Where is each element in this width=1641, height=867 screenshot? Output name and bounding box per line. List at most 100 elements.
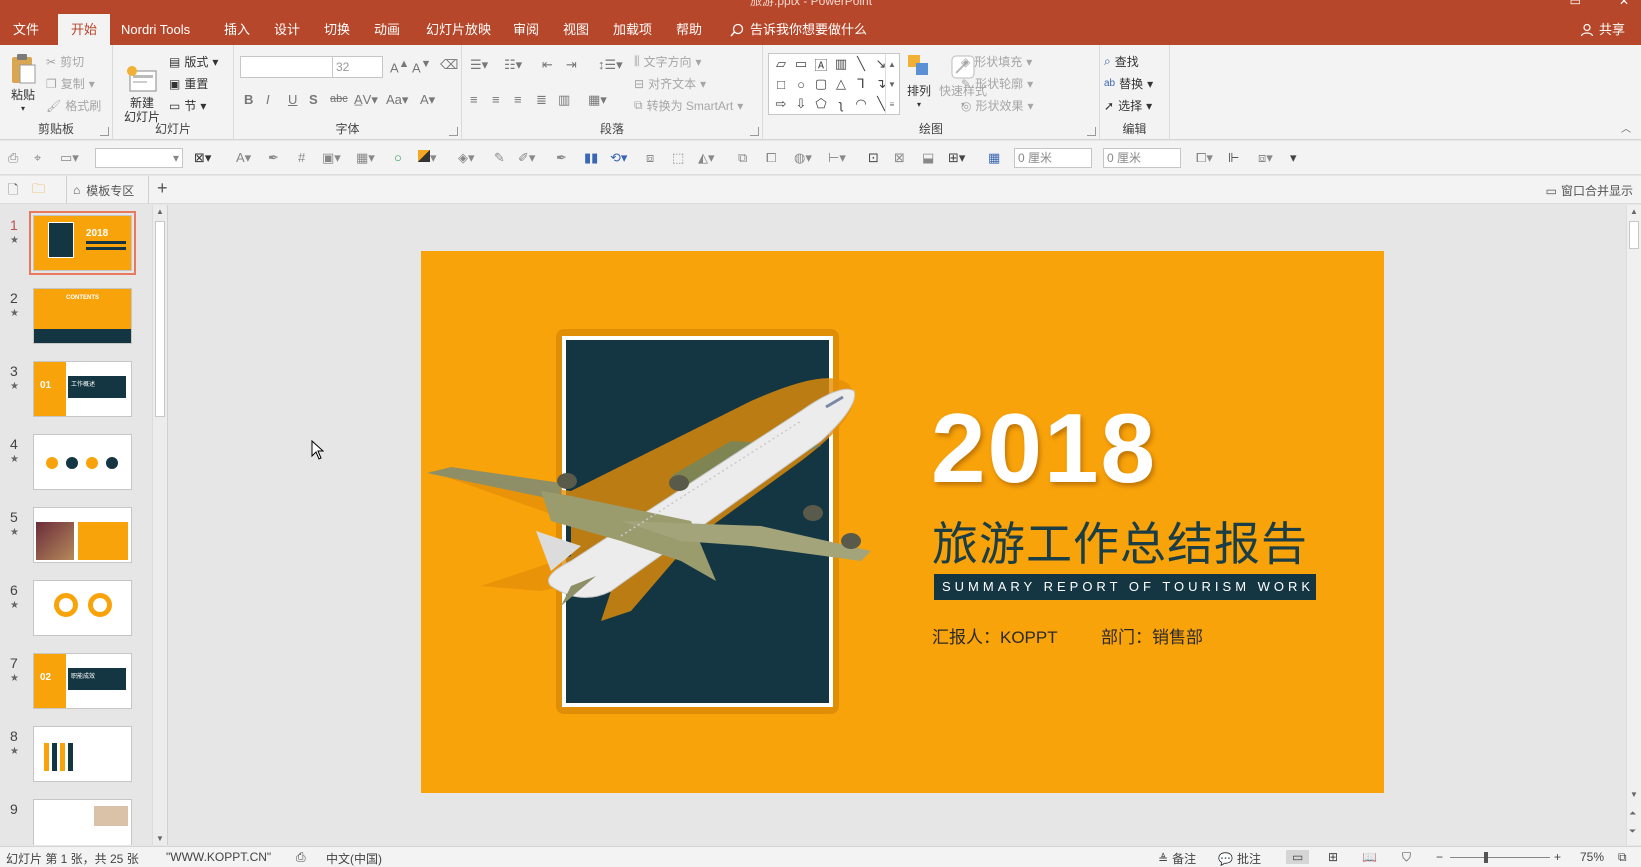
thumbnail-scrollbar[interactable]: ▲ ▼: [152, 205, 167, 845]
change-case-icon[interactable]: Aa▾: [386, 92, 408, 108]
scrollbar-thumb[interactable]: [155, 221, 165, 417]
align-objects-icon[interactable]: ⌖: [34, 150, 41, 166]
dialog-launcher-icon[interactable]: .: [1087, 127, 1096, 136]
slide-thumbnail-2[interactable]: CONTENTS: [33, 288, 132, 344]
pen-icon[interactable]: ✎: [494, 150, 505, 166]
close-icon[interactable]: ✕: [1619, 0, 1629, 8]
text-direction-button[interactable]: ⫼ 文字方向 ▾: [634, 53, 702, 70]
tab-view[interactable]: 视图: [550, 14, 602, 45]
slide-thumbnail-8[interactable]: [33, 726, 132, 782]
find-button[interactable]: ⌕ 查找: [1104, 53, 1139, 70]
distribute-objects-icon[interactable]: ⊩: [1228, 150, 1239, 166]
tab-file[interactable]: 文件: [0, 14, 52, 45]
strikethrough-icon[interactable]: abc: [330, 93, 348, 105]
arc-shape-icon[interactable]: ◠: [851, 94, 871, 114]
char-spacing-icon[interactable]: A̲V▾: [354, 92, 378, 108]
slideshow-view-icon[interactable]: ⛉: [1402, 850, 1411, 865]
picture-icon[interactable]: ▣▾: [322, 150, 341, 166]
zoom-slider-thumb[interactable]: [1484, 852, 1488, 863]
decrease-indent-icon[interactable]: ⇤: [542, 57, 553, 73]
clear-format-icon[interactable]: ⌫: [440, 57, 458, 73]
next-slide-icon[interactable]: ⏷: [1629, 826, 1636, 837]
right-arrow-shape-icon[interactable]: ⇨: [771, 94, 791, 114]
underline-icon[interactable]: U: [288, 92, 297, 107]
shadow-icon[interactable]: S: [309, 92, 318, 107]
slide-thumbnail-7[interactable]: 02 职能成效: [33, 653, 132, 709]
resize-icon[interactable]: ⬚: [672, 150, 684, 166]
slide-thumbnail-6[interactable]: [33, 580, 132, 636]
bullets-icon[interactable]: ☰▾: [470, 57, 488, 73]
scroll-down-icon[interactable]: ▼: [1630, 790, 1638, 799]
brush-tool-icon[interactable]: ✐▾: [518, 150, 535, 166]
overflow-icon[interactable]: ▾: [1290, 150, 1297, 166]
triangle-shape-icon[interactable]: △: [831, 74, 851, 94]
align-right-icon[interactable]: ≡: [514, 92, 522, 107]
share-button[interactable]: 共享: [1580, 14, 1625, 45]
chart-icon[interactable]: ▮▮: [584, 150, 598, 166]
ungroup-icon[interactable]: ⧠: [766, 150, 776, 166]
increase-indent-icon[interactable]: ⇥: [566, 57, 577, 73]
grow-font-icon[interactable]: A▲: [390, 58, 409, 75]
hash-icon[interactable]: #: [298, 150, 305, 165]
down-arrow-shape-icon[interactable]: ⇩: [791, 94, 811, 114]
shapes-gallery-scroll[interactable]: ▲ ▼ ≡: [885, 54, 898, 114]
textbox-tool-icon[interactable]: ▭▾: [60, 150, 79, 166]
copy-button[interactable]: ❐ 复制 ▾: [46, 75, 95, 92]
slide-year-heading[interactable]: 2018: [931, 399, 1157, 497]
frame-icon[interactable]: ⊡: [868, 150, 879, 166]
tab-home[interactable]: 开始: [58, 14, 111, 45]
slide-thumbnail-panel[interactable]: 1 ★ 2018 2 ★ CONTENTS 3 ★ 01 工作概述 4 ★ 5 …: [0, 205, 168, 845]
slide-title[interactable]: 旅游工作总结报告: [932, 508, 1308, 574]
slide-subtitle-banner[interactable]: SUMMARY REPORT OF TOURISM WORK: [934, 574, 1316, 600]
justify-icon[interactable]: ≣: [536, 92, 547, 108]
notes-button[interactable]: ≜ 备注: [1158, 850, 1196, 867]
reading-view-icon[interactable]: 📖: [1362, 850, 1377, 864]
shape-fill-button[interactable]: ◈ 形状填充 ▾: [961, 53, 1032, 70]
tab-transitions[interactable]: 切换: [311, 14, 363, 45]
rounded-square-shape-icon[interactable]: ▢: [811, 74, 831, 94]
shape-combine-icon[interactable]: ◍▾: [794, 150, 812, 166]
line-shape-icon[interactable]: ╲: [851, 54, 871, 74]
font-color-icon[interactable]: A▾: [420, 92, 435, 108]
collapse-ribbon-icon[interactable]: ︿: [1621, 120, 1631, 135]
scroll-up-icon[interactable]: ▲: [156, 207, 164, 216]
folder-icon[interactable]: 🗀: [32, 180, 45, 202]
tab-slideshow[interactable]: 幻灯片放映: [413, 14, 504, 45]
oval-shape-icon[interactable]: ○: [791, 74, 811, 94]
vertical-textbox-shape-icon[interactable]: ▥: [831, 54, 851, 74]
slide-thumbnail-4[interactable]: [33, 434, 132, 490]
bold-icon[interactable]: B: [244, 92, 253, 107]
distribute-icon[interactable]: ▥: [558, 92, 570, 108]
flip-icon[interactable]: ◭▾: [698, 150, 715, 166]
dialog-launcher-icon[interactable]: .: [750, 127, 759, 136]
replace-button[interactable]: ab 替换 ▾: [1104, 75, 1153, 92]
italic-icon[interactable]: I: [266, 92, 270, 107]
close-box-icon[interactable]: ⊠: [894, 150, 905, 166]
slide-thumbnail-1[interactable]: 2018: [29, 211, 136, 275]
more-icon[interactable]: ≡: [890, 100, 895, 109]
eyedropper-icon[interactable]: ✒: [268, 150, 279, 166]
table-icon[interactable]: ▦▾: [356, 150, 375, 166]
border-style-icon[interactable]: ⊠▾: [194, 150, 211, 166]
group-icon[interactable]: ⧉: [738, 150, 747, 166]
airplane-illustration[interactable]: [421, 371, 891, 631]
align-center-icon[interactable]: ≡: [492, 92, 500, 107]
tab-insert[interactable]: 插入: [211, 14, 263, 45]
textbox-shape-icon[interactable]: 🄰: [811, 54, 831, 74]
scrollbar-thumb[interactable]: [1629, 221, 1639, 249]
layout-button[interactable]: ▤ 版式 ▾: [169, 53, 218, 70]
curve-shape-icon[interactable]: ʅ: [831, 94, 851, 114]
align-left-objects-icon[interactable]: ⊢▾: [828, 150, 846, 166]
shape-outline-button[interactable]: ✎ 形状轮廓 ▾: [961, 75, 1033, 92]
scroll-up-icon[interactable]: ▲: [1630, 207, 1638, 216]
transparency-icon[interactable]: ⧈▾: [1258, 150, 1273, 166]
section-button[interactable]: ▭ 节 ▾: [169, 97, 206, 114]
tab-help[interactable]: 帮助: [663, 14, 715, 45]
text-color-icon[interactable]: A▾: [236, 150, 251, 166]
tell-me-search[interactable]: 告诉我你想要做什么: [730, 14, 867, 45]
font-size-field[interactable]: 32: [332, 56, 383, 78]
previous-slide-icon[interactable]: ⏶: [1629, 808, 1636, 819]
chevron-up-icon[interactable]: ▲: [888, 60, 896, 69]
editor-scrollbar[interactable]: ▲ ▼ ⏶ ⏷: [1626, 205, 1641, 845]
rounded-rect-shape-icon[interactable]: ▭: [791, 54, 811, 74]
